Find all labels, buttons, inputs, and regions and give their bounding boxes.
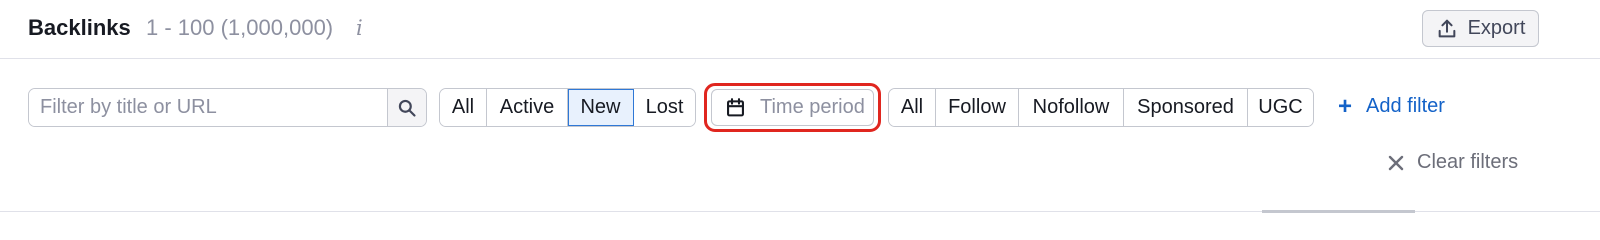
type-option-sponsored[interactable]: Sponsored (1124, 89, 1248, 126)
upload-icon (1438, 19, 1455, 37)
plus-icon: + (1338, 92, 1353, 120)
search-icon (398, 99, 416, 117)
export-label: Export (1467, 17, 1526, 39)
status-option-new[interactable]: New (568, 89, 634, 126)
export-button[interactable]: Export (1422, 10, 1539, 47)
status-option-all[interactable]: All (440, 89, 487, 126)
time-period-highlight: Time period (704, 83, 881, 132)
page-title: Backlinks (28, 15, 131, 40)
type-option-follow[interactable]: Follow (936, 89, 1019, 126)
status-option-lost[interactable]: Lost (634, 89, 695, 126)
link-type-filter-group: All Follow Nofollow Sponsored UGC (888, 88, 1314, 127)
type-option-all[interactable]: All (889, 89, 936, 126)
time-period-button[interactable]: Time period (711, 89, 874, 126)
clear-filters-button[interactable]: Clear filters (1388, 151, 1518, 174)
status-filter-group: All Active New Lost (439, 88, 696, 127)
results-count: 1 - 100 (1,000,000) (146, 15, 334, 40)
type-option-ugc[interactable]: UGC (1248, 89, 1313, 126)
calendar-icon (727, 98, 744, 117)
time-period-label: Time period (760, 96, 865, 118)
status-option-active[interactable]: Active (487, 89, 568, 126)
add-filter-label: Add filter (1366, 95, 1445, 117)
backlinks-header: Backlinks 1 - 100 (1,000,000) i Export (0, 0, 1600, 59)
clear-filters-label: Clear filters (1417, 151, 1519, 173)
add-filter-button[interactable]: + Add filter (1338, 92, 1445, 120)
close-icon (1388, 155, 1404, 170)
search-input[interactable] (29, 89, 389, 126)
info-icon[interactable]: i (356, 16, 363, 40)
search-field (28, 88, 427, 127)
search-button[interactable] (387, 89, 426, 126)
scroll-indicator (1262, 210, 1415, 213)
type-option-nofollow[interactable]: Nofollow (1019, 89, 1124, 126)
